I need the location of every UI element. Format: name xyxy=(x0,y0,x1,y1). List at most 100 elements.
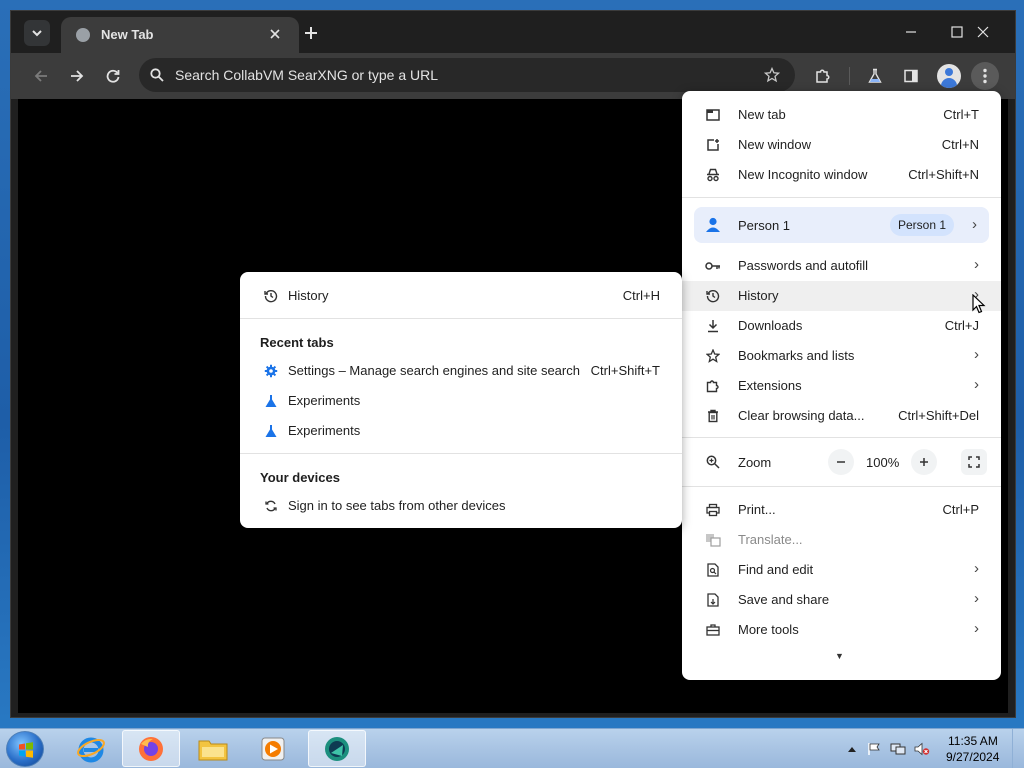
menu-item-bookmarks-and-lists[interactable]: Bookmarks and lists › xyxy=(682,341,1001,371)
avatar[interactable] xyxy=(937,64,961,88)
system-tray: 11:35 AM 9/27/2024 xyxy=(842,729,1024,768)
menu-separator xyxy=(682,486,1001,487)
plus-icon xyxy=(305,27,317,39)
forward-button[interactable] xyxy=(63,62,91,90)
menu-item-new-window[interactable]: New window Ctrl+N xyxy=(682,130,1001,160)
menu-item-downloads[interactable]: Downloads Ctrl+J xyxy=(682,311,1001,341)
history-submenu: History Ctrl+H Recent tabs Settings – Ma… xyxy=(240,272,682,528)
taskbar-firefox[interactable] xyxy=(122,730,180,767)
menu-separator xyxy=(240,453,682,454)
close-window-button[interactable] xyxy=(963,19,1003,45)
menu-item-label: Extensions xyxy=(738,378,802,393)
menu-item-label: New window xyxy=(738,137,811,152)
menu-item-label: Clear browsing data... xyxy=(738,408,865,423)
sign-in-devices-item[interactable]: Sign in to see tabs from other devices xyxy=(240,491,682,521)
chevron-up-icon xyxy=(848,747,856,752)
avatar-body xyxy=(941,78,957,88)
experiments-button[interactable] xyxy=(861,62,889,90)
show-desktop-button[interactable] xyxy=(1012,729,1024,768)
menu-item-shortcut: Ctrl+J xyxy=(944,318,979,333)
taskbar-internet-explorer[interactable] xyxy=(62,730,120,767)
menu-item-label: More tools xyxy=(738,622,799,637)
history-item-history[interactable]: History Ctrl+H xyxy=(240,281,682,311)
fullscreen-button[interactable] xyxy=(961,449,987,475)
menu-item-shortcut: Ctrl+H xyxy=(622,288,660,303)
chevron-right-icon: › xyxy=(974,560,979,577)
browser-app-icon xyxy=(325,736,349,761)
menu-item-label: Sign in to see tabs from other devices xyxy=(288,498,506,513)
menu-item-shortcut: Ctrl+P xyxy=(942,502,979,517)
menu-item-person[interactable]: Person 1 Person 1 › xyxy=(694,207,989,243)
menu-item-shortcut: Ctrl+Shift+T xyxy=(590,363,660,378)
new-tab-button[interactable] xyxy=(299,21,323,45)
zoom-row: Zoom 100% xyxy=(682,447,1001,477)
clock-date[interactable]: 9/27/2024 xyxy=(946,750,999,764)
reload-button[interactable] xyxy=(99,62,127,90)
menu-item-label: Experiments xyxy=(288,393,361,408)
action-center-icon[interactable] xyxy=(866,741,882,757)
network-icon[interactable] xyxy=(890,741,906,757)
menu-item-label: Save and share xyxy=(738,592,830,607)
omnibox[interactable] xyxy=(139,58,795,92)
minus-icon xyxy=(837,461,845,463)
bookmark-star-button[interactable] xyxy=(761,64,783,86)
minimize-icon xyxy=(906,31,916,33)
address-input[interactable] xyxy=(175,66,735,84)
tab-close-button[interactable] xyxy=(265,24,285,44)
download-icon xyxy=(704,317,722,335)
menu-item-extensions[interactable]: Extensions › xyxy=(682,371,1001,401)
menu-item-shortcut: Ctrl+T xyxy=(943,107,979,122)
menu-item-new-tab[interactable]: New tab Ctrl+T xyxy=(682,100,1001,130)
clock-time[interactable]: 11:35 AM xyxy=(948,734,998,748)
windows-logo-icon xyxy=(19,742,33,758)
sync-icon xyxy=(262,497,280,515)
recent-tabs-heading: Recent tabs xyxy=(260,335,334,350)
taskbar-explorer[interactable] xyxy=(184,730,242,767)
menu-item-passwords-and-autofill[interactable]: Passwords and autofill › xyxy=(682,251,1001,281)
volume-muted-icon[interactable] xyxy=(914,741,930,757)
taskbar-media-player[interactable] xyxy=(244,730,302,767)
taskbar-chrome[interactable] xyxy=(308,730,366,767)
menu-item-shortcut: Ctrl+Shift+Del xyxy=(898,408,979,423)
chevron-right-icon: › xyxy=(974,620,979,637)
recent-tab-item[interactable]: Experiments xyxy=(240,386,682,416)
menu-item-new-incognito-window[interactable]: New Incognito window Ctrl+Shift+N xyxy=(682,160,1001,190)
menu-item-history[interactable]: History › xyxy=(682,281,1001,311)
printer-icon xyxy=(704,501,722,519)
menu-item-find-and-edit[interactable]: Find and edit › xyxy=(682,555,1001,585)
tab-new-tab[interactable]: New Tab xyxy=(61,17,299,53)
zoom-in-button[interactable] xyxy=(911,449,937,475)
maximize-icon xyxy=(951,26,963,38)
tab-search-button[interactable] xyxy=(24,20,50,46)
recent-tab-item[interactable]: Experiments xyxy=(240,416,682,446)
find-in-page-icon xyxy=(704,561,722,579)
extensions-button[interactable] xyxy=(809,62,837,90)
back-button[interactable] xyxy=(27,62,55,90)
person-badge: Person 1 xyxy=(890,214,955,236)
toolbox-icon xyxy=(704,621,722,639)
search-icon xyxy=(147,65,167,85)
menu-item-label: Experiments xyxy=(288,423,361,438)
menu-item-save-and-share[interactable]: Save and share › xyxy=(682,585,1001,615)
minimize-button[interactable] xyxy=(891,19,931,45)
chrome-menu-button[interactable] xyxy=(971,62,999,90)
chrome-menu: New tab Ctrl+T New window Ctrl+N New Inc… xyxy=(682,91,1001,680)
menu-item-translate[interactable]: Translate... xyxy=(682,525,1001,555)
menu-item-label: Bookmarks and lists xyxy=(738,348,855,363)
new-window-icon xyxy=(704,136,722,154)
start-button[interactable] xyxy=(6,731,44,767)
taskbar: 11:35 AM 9/27/2024 xyxy=(0,728,1024,768)
menu-item-clear-browsing-data[interactable]: Clear browsing data... Ctrl+Shift+Del xyxy=(682,401,1001,431)
side-panel-button[interactable] xyxy=(897,62,925,90)
tab-title: New Tab xyxy=(101,27,154,42)
translate-icon xyxy=(704,531,722,549)
menu-item-shortcut: Ctrl+Shift+N xyxy=(908,167,979,182)
mouse-cursor-icon xyxy=(972,294,986,314)
show-hidden-icons-button[interactable] xyxy=(844,741,860,757)
recent-tab-item[interactable]: Settings – Manage search engines and sit… xyxy=(240,356,682,386)
firefox-icon xyxy=(139,736,163,761)
menu-item-more-tools[interactable]: More tools › xyxy=(682,615,1001,645)
menu-item-print[interactable]: Print... Ctrl+P xyxy=(682,495,1001,525)
scroll-down-caret-icon[interactable]: ▼ xyxy=(835,651,844,661)
zoom-out-button[interactable] xyxy=(828,449,854,475)
